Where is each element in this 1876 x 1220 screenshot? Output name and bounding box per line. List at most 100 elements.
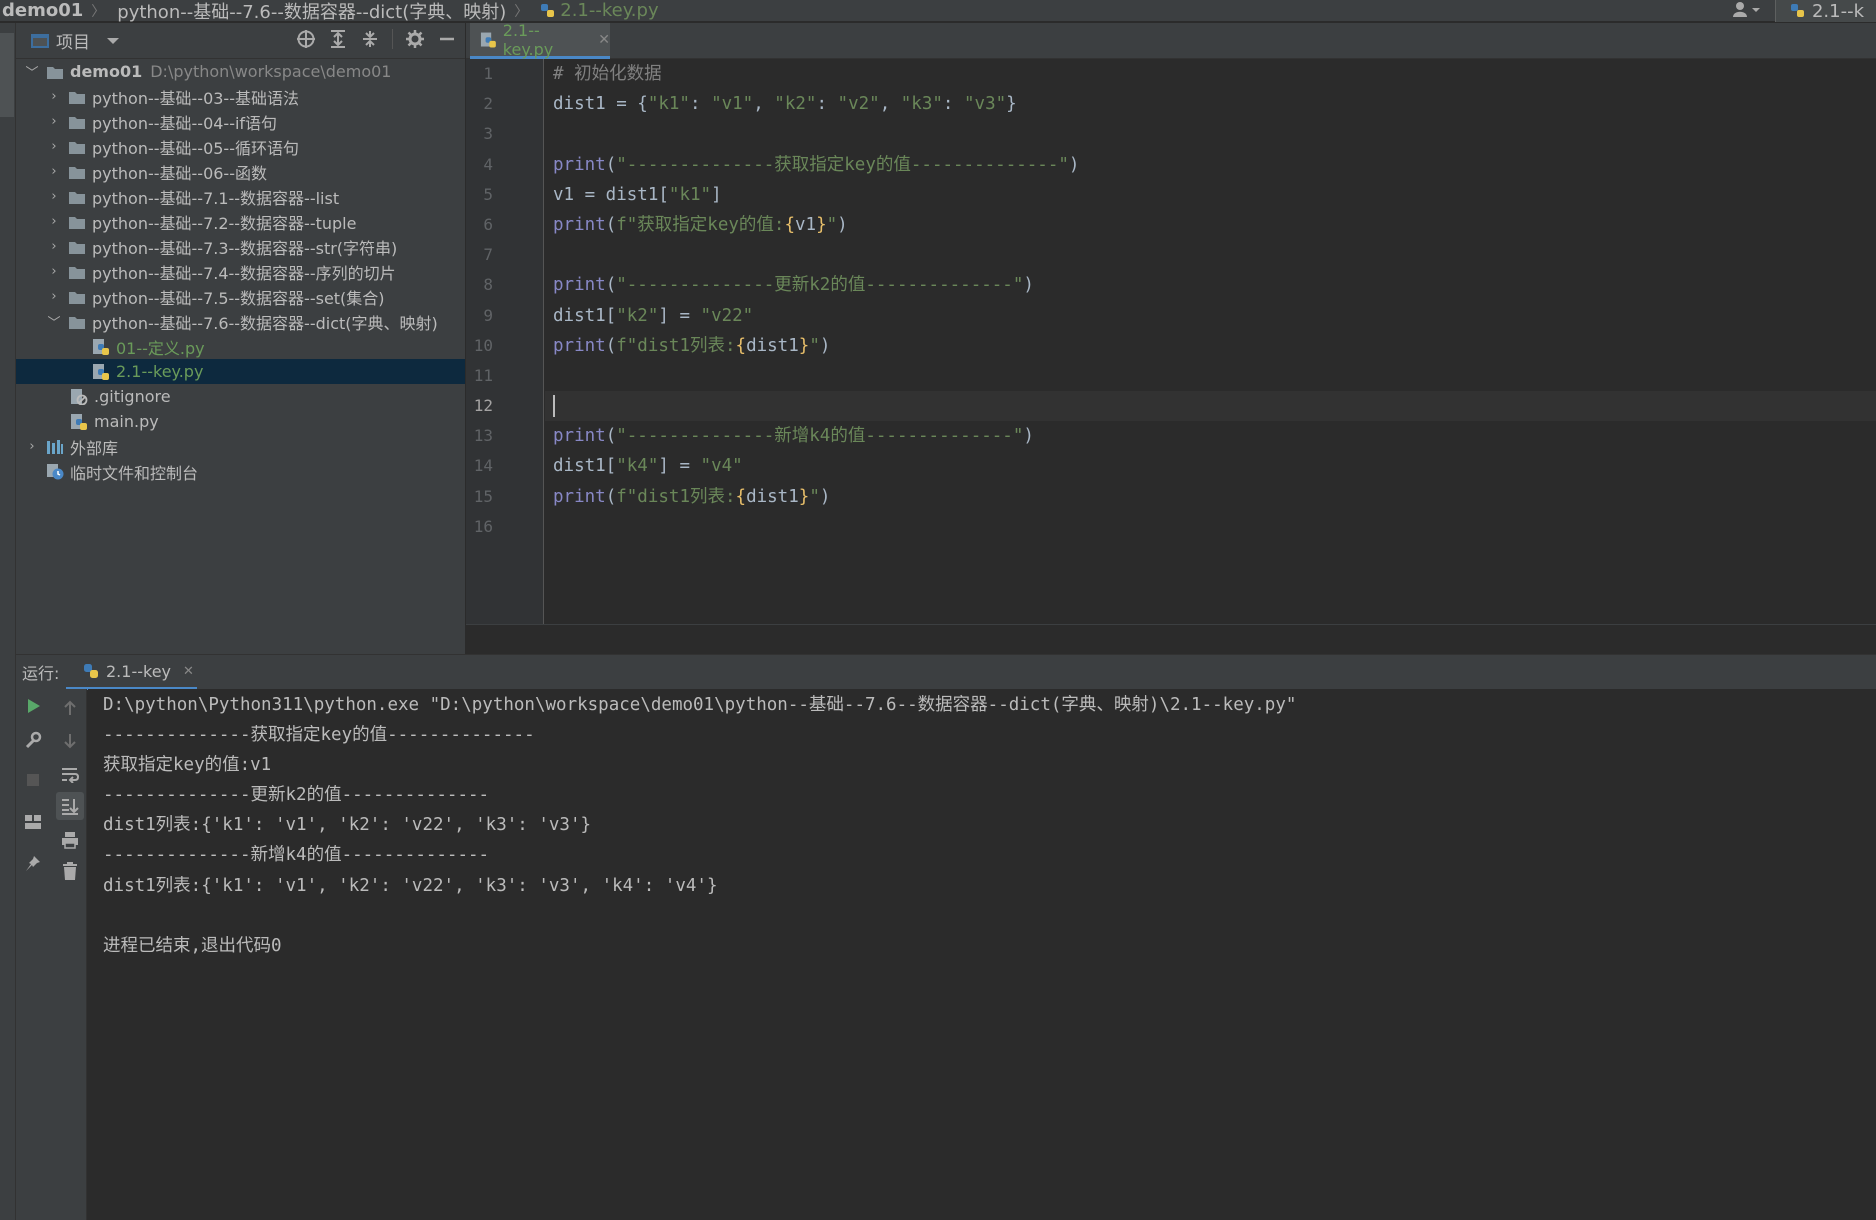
chevron-right-icon[interactable]: ›: [46, 114, 62, 129]
code-line[interactable]: print("--------------更新k2的值-------------…: [545, 270, 1876, 300]
library-icon: [47, 439, 63, 454]
code-token: ): [819, 335, 831, 356]
gear-icon[interactable]: [405, 29, 425, 49]
code-string: "v4": [700, 456, 743, 477]
code-line[interactable]: print("--------------获取指定key的值----------…: [545, 150, 1876, 180]
tree-item-library[interactable]: › 外部库: [16, 434, 465, 459]
expand-all-icon[interactable]: [328, 29, 348, 49]
down-arrow-icon[interactable]: [59, 730, 81, 752]
code-token: v1: [795, 214, 817, 235]
scroll-to-end-icon[interactable]: [56, 792, 84, 820]
chevron-right-icon[interactable]: ›: [46, 264, 62, 279]
tree-item-folder[interactable]: › python--基础--7.3--数据容器--str(字符串): [16, 234, 465, 259]
tree-item-folder[interactable]: › python--基础--7.1--数据容器--list: [16, 184, 465, 209]
run-tab-label: 2.1--key: [106, 661, 171, 681]
minimize-icon[interactable]: [437, 29, 457, 49]
chevron-right-icon[interactable]: ›: [46, 214, 62, 229]
tree-item-folder[interactable]: › python--基础--7.5--数据容器--set(集合): [16, 284, 465, 309]
line-number: 4: [483, 154, 493, 174]
tree-item-folder[interactable]: › python--基础--06--函数: [16, 159, 465, 184]
console-output[interactable]: D:\python\Python311\python.exe "D:\pytho…: [88, 689, 1876, 1220]
code-line[interactable]: dist1 = {"k1": "v1", "k2": "v2", "k3": "…: [545, 89, 1876, 119]
tree-item-folder[interactable]: › python--基础--04--if语句: [16, 109, 465, 134]
code-line[interactable]: print(f"获取指定key的值:{v1}"): [545, 210, 1876, 240]
code-line[interactable]: dist1["k4"] = "v4": [545, 451, 1876, 481]
code-line-current[interactable]: [545, 391, 1876, 422]
code-line[interactable]: print(f"dist1列表:{dist1}"): [545, 482, 1876, 512]
tree-item-folder-open[interactable]: ﹀ python--基础--7.6--数据容器--dict(字典、映射): [16, 309, 465, 334]
editor-tab-active[interactable]: 2.1--key.py ✕: [470, 21, 610, 59]
trash-icon[interactable]: [59, 860, 81, 882]
tree-item-label: python--基础--03--基础语法: [92, 88, 299, 108]
code-token: ,: [753, 94, 775, 115]
tree-item-folder[interactable]: › python--基础--05--循环语句: [16, 134, 465, 159]
folder-icon: [69, 291, 85, 304]
chevron-right-icon[interactable]: ›: [46, 89, 62, 104]
layout-icon[interactable]: [22, 811, 44, 833]
wrench-icon[interactable]: [22, 729, 44, 751]
breadcrumb-separator: 〉: [514, 3, 529, 20]
tree-item-file-selected[interactable]: 2.1--key.py: [16, 359, 465, 384]
breadcrumb-folder[interactable]: python--基础--7.6--数据容器--dict(字典、映射): [113, 0, 506, 24]
close-icon[interactable]: ✕: [183, 664, 194, 679]
code-line-empty[interactable]: [545, 512, 1876, 542]
tree-item-file[interactable]: main.py: [16, 409, 465, 434]
project-panel-title[interactable]: 项目: [56, 28, 90, 53]
code-token: ): [837, 214, 848, 235]
stop-icon[interactable]: [22, 769, 44, 791]
target-icon[interactable]: [296, 29, 316, 49]
chevron-right-icon[interactable]: ›: [46, 139, 62, 154]
run-icon[interactable]: [22, 695, 44, 717]
up-arrow-icon[interactable]: [59, 697, 81, 719]
print-icon[interactable]: [59, 829, 81, 851]
chevron-down-icon[interactable]: ﹀: [46, 312, 62, 331]
chevron-down-icon[interactable]: ﹀: [24, 62, 40, 81]
code-editor[interactable]: # 初始化数据 dist1 = {"k1": "v1", "k2": "v2",…: [545, 59, 1876, 624]
run-configuration-selector[interactable]: 2.1--k: [1774, 0, 1876, 22]
code-token: ): [1068, 154, 1080, 175]
editor-horizontal-scroll-area[interactable]: [466, 624, 1876, 654]
collapse-all-icon[interactable]: [360, 29, 380, 49]
code-string: "k4": [616, 456, 659, 477]
code-line-empty[interactable]: [545, 240, 1876, 270]
tree-item-root[interactable]: ﹀ demo01 D:\python\workspace\demo01: [16, 59, 465, 84]
breadcrumb-project[interactable]: demo01: [0, 0, 83, 21]
project-tool-window-tab[interactable]: [0, 33, 14, 117]
code-brace: }: [798, 486, 810, 507]
code-line[interactable]: # 初始化数据: [545, 59, 1876, 89]
console-line: dist1列表:{'k1': 'v1', 'k2': 'v22', 'k3': …: [103, 875, 718, 896]
code-line[interactable]: dist1["k2"] = "v22": [545, 301, 1876, 331]
line-number: 11: [473, 365, 493, 385]
code-token: dist1 = {: [553, 94, 648, 115]
code-line[interactable]: print(f"dist1列表:{dist1}"): [545, 331, 1876, 361]
close-icon[interactable]: ✕: [598, 32, 610, 48]
chevron-right-icon[interactable]: ›: [46, 239, 62, 254]
code-token: ] =: [658, 305, 701, 326]
code-line-empty[interactable]: [545, 361, 1876, 391]
chevron-right-icon[interactable]: ›: [46, 164, 62, 179]
soft-wrap-icon[interactable]: [59, 763, 81, 785]
tree-item-file[interactable]: 01--定义.py: [16, 334, 465, 359]
tree-item-folder[interactable]: › python--基础--03--基础语法: [16, 84, 465, 109]
editor-tab-bar: 2.1--key.py ✕: [466, 21, 1876, 59]
code-line[interactable]: v1 = dist1["k1"]: [545, 180, 1876, 210]
pin-icon[interactable]: [22, 852, 44, 874]
breadcrumb-file[interactable]: 2.1--key.py: [536, 0, 659, 21]
user-icon[interactable]: [1731, 0, 1761, 23]
python-icon: [84, 664, 98, 678]
code-builtin: print: [553, 154, 606, 175]
run-tab-active[interactable]: 2.1--key ✕: [66, 655, 197, 690]
code-line-empty[interactable]: [545, 119, 1876, 149]
line-number: 5: [483, 184, 493, 204]
chevron-right-icon[interactable]: ›: [24, 439, 40, 454]
tree-item-scratches[interactable]: 临时文件和控制台: [16, 459, 465, 484]
tree-item-label: python--基础--7.6--数据容器--dict(字典、映射): [92, 313, 438, 333]
chevron-right-icon[interactable]: ›: [46, 189, 62, 204]
tree-item-folder[interactable]: › python--基础--7.2--数据容器--tuple: [16, 209, 465, 234]
chevron-right-icon[interactable]: ›: [46, 289, 62, 304]
tree-item-file[interactable]: .gitignore: [16, 384, 465, 409]
code-line[interactable]: print("--------------新增k4的值-------------…: [545, 421, 1876, 451]
tree-item-folder[interactable]: › python--基础--7.4--数据容器--序列的切片: [16, 259, 465, 284]
code-builtin: print: [553, 335, 606, 356]
chevron-down-icon[interactable]: [106, 36, 120, 46]
